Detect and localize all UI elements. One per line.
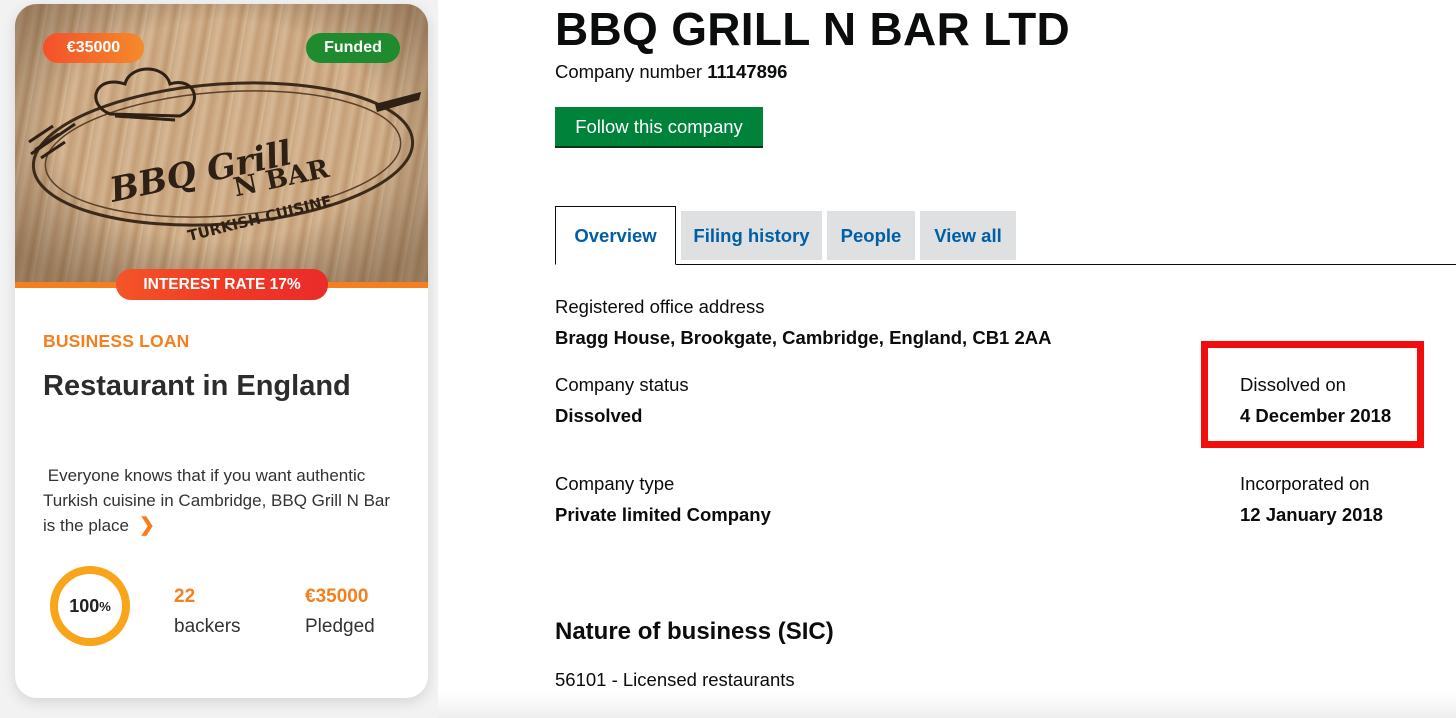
loan-title[interactable]: Restaurant in England (43, 370, 351, 403)
pledged-amount: €35000 (305, 586, 369, 607)
chevron-right-icon[interactable]: ❯ (139, 513, 155, 538)
funded-badge: Funded (306, 33, 400, 63)
incorporated-on-value: 12 January 2018 (1240, 504, 1383, 525)
backers-count: 22 (174, 586, 196, 607)
amount-badge: €35000 (43, 33, 144, 63)
loan-category: BUSINESS LOAN (43, 331, 190, 351)
company-status-value: Dissolved (555, 405, 643, 426)
company-type-label: Company type (555, 473, 675, 494)
company-number: Company number 11147896 (555, 61, 787, 83)
backers-label: backers (174, 616, 241, 637)
pledged-label: Pledged (305, 616, 375, 637)
progress-value: 100 (69, 595, 100, 616)
progress-percent-sign: % (99, 598, 111, 614)
loan-description-text: Everyone knows that if you want authenti… (43, 466, 391, 535)
tabs-divider (555, 264, 1456, 265)
tab-view-all[interactable]: View all (920, 211, 1016, 260)
loan-card[interactable]: BBQ Grill N BAR TURKISH CUISINE €35000 F… (15, 4, 428, 698)
page-bottom-fade (438, 692, 1456, 718)
interest-rate-badge: INTEREST RATE 17% (116, 269, 328, 300)
company-name-heading: BBQ GRILL N BAR LTD (555, 3, 1071, 55)
progress-percent: 100% (48, 564, 132, 648)
tab-people[interactable]: People (827, 211, 915, 260)
loan-description: Everyone knows that if you want authenti… (43, 463, 405, 538)
highlight-annotation-box (1201, 341, 1424, 448)
follow-company-button[interactable]: Follow this company (555, 107, 763, 148)
registered-office-label: Registered office address (555, 296, 765, 317)
tab-overview[interactable]: Overview (555, 206, 676, 265)
company-number-label: Company number (555, 61, 703, 82)
sic-list-item: 56101 - Licensed restaurants (555, 669, 795, 690)
sic-heading: Nature of business (SIC) (555, 618, 834, 645)
tab-filing-history[interactable]: Filing history (681, 211, 822, 260)
company-number-value: 11147896 (707, 61, 788, 82)
company-status-label: Company status (555, 374, 689, 395)
incorporated-on-label: Incorporated on (1240, 473, 1370, 494)
registered-office-value: Bragg House, Brookgate, Cambridge, Engla… (555, 327, 1052, 348)
company-type-value: Private limited Company (555, 504, 771, 525)
